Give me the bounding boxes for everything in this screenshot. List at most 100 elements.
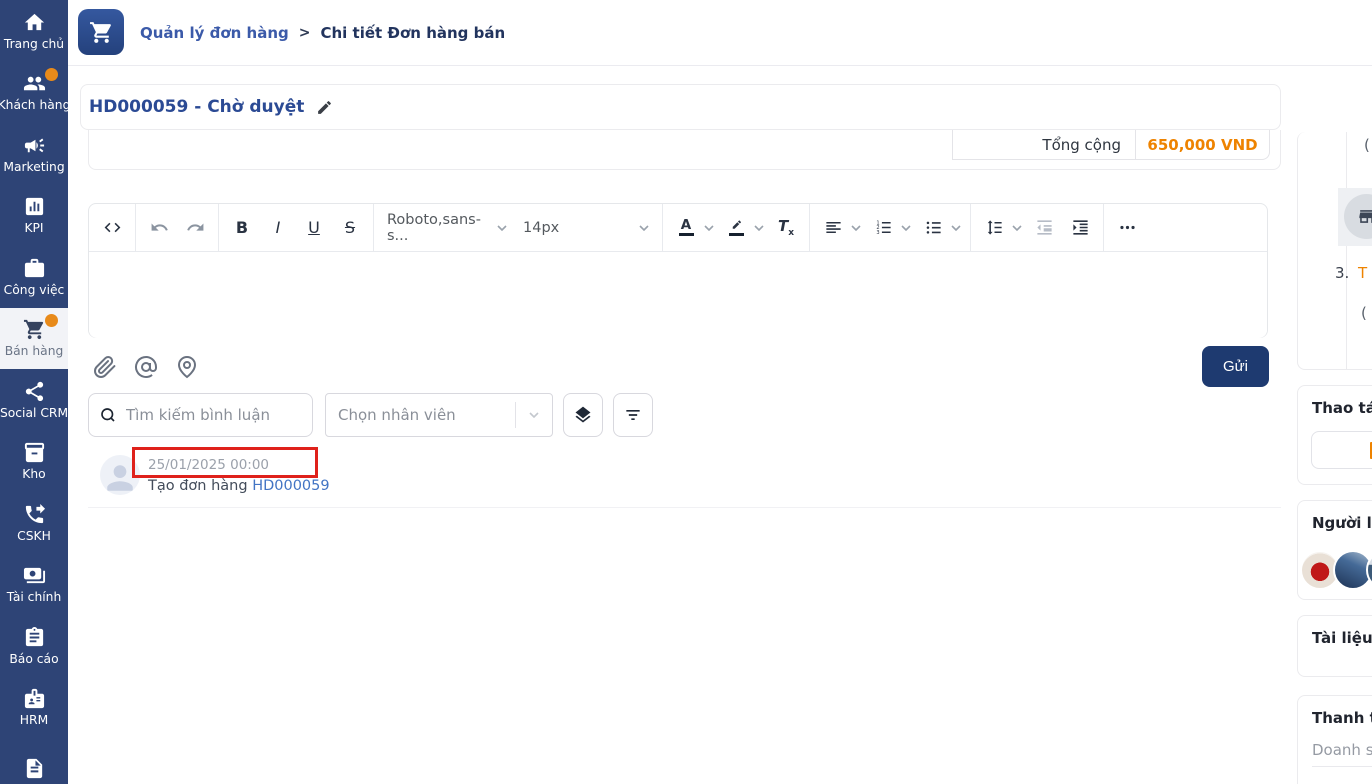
sidebar-item-kho[interactable]: Kho (0, 431, 68, 493)
order-link[interactable]: HD000059 (252, 478, 329, 494)
documents-title: Tài liệu liên (1298, 616, 1372, 647)
total-value: 650,000 VND (1135, 130, 1270, 160)
strikethrough-button[interactable]: S (332, 210, 368, 246)
more-options-button[interactable] (1109, 210, 1145, 246)
cart-icon (23, 318, 46, 341)
toolbar-group-history (136, 204, 219, 251)
order-summary-card: Tổng cộng 650,000 VND (88, 130, 1281, 170)
chevron-down-icon (754, 225, 764, 231)
toolbar-group-color: A Tx (663, 204, 810, 251)
send-button[interactable]: Gửi (1202, 346, 1269, 387)
kpi-icon (23, 195, 46, 218)
attach-file-button[interactable] (93, 355, 117, 379)
location-button[interactable] (175, 355, 199, 379)
editor-content-area[interactable] (89, 252, 1267, 338)
font-family-select[interactable]: Roboto,sans-s... (379, 210, 515, 246)
undo-button[interactable] (141, 210, 177, 246)
clear-format-icon: Tx (778, 217, 794, 238)
document-icon (23, 757, 46, 780)
employee-select[interactable]: Chọn nhân viên (325, 393, 553, 437)
sidebar-item-tai-chinh[interactable]: Tài chính (0, 554, 68, 616)
sidebar-item-marketing[interactable]: Marketing (0, 123, 68, 185)
total-label: Tổng cộng (952, 130, 1135, 160)
breadcrumb-order-detail: Chi tiết Đơn hàng bán (321, 24, 506, 42)
filter-comments-button[interactable] (613, 393, 653, 437)
editor-attach-row (93, 355, 199, 379)
clear-formatting-button[interactable]: Tx (768, 210, 804, 246)
hrm-icon (23, 687, 46, 710)
bullet-list-button[interactable] (915, 210, 965, 246)
sidebar-item-ban-hang[interactable]: Bán hàng (0, 308, 68, 370)
highlighter-icon (728, 219, 744, 232)
comment-search-input[interactable] (126, 406, 302, 424)
paperclip-icon (93, 355, 117, 379)
sidebar-item-bao-cao[interactable]: Báo cáo (0, 615, 68, 677)
customers-icon (23, 72, 46, 95)
breadcrumb: Quản lý đơn hàng > Chi tiết Đơn hàng bán (140, 0, 505, 66)
sidebar-item-label: KPI (24, 221, 43, 235)
sidebar-item-hrm[interactable]: HRM (0, 677, 68, 739)
product-placeholder (1344, 194, 1372, 239)
undo-icon (150, 218, 169, 237)
ordered-list-button[interactable]: 123 (865, 210, 915, 246)
sidebar-item-khach-hang[interactable]: Khách hàng (0, 62, 68, 124)
code-icon (103, 218, 122, 237)
underline-button[interactable]: U (296, 210, 332, 246)
sidebar-item-label: Kho (22, 467, 45, 481)
sidebar-item-kpi[interactable]: KPI (0, 185, 68, 247)
sidebar-item-cskh[interactable]: CSKH (0, 492, 68, 554)
ordered-list-icon: 123 (874, 218, 893, 237)
redo-button[interactable] (177, 210, 213, 246)
sidebar-nav: Trang chủ Khách hàng Marketing KPI Công việc… (0, 0, 68, 784)
sidebar-item-label: Tài chính (7, 590, 62, 604)
share-icon (23, 380, 46, 403)
employee-select-placeholder: Chọn nhân viên (326, 406, 515, 424)
code-view-button[interactable] (94, 210, 130, 246)
sidebar-item-tai-lieu[interactable] (0, 738, 68, 784)
action-button[interactable] (1311, 431, 1372, 469)
product-name-partial[interactable]: T (1358, 264, 1367, 282)
sidebar-item-label: HRM (20, 713, 48, 727)
sidebar-item-cong-viec[interactable]: Công việc (0, 246, 68, 308)
italic-button[interactable]: I (260, 210, 296, 246)
toolbar-group-more (1104, 204, 1150, 251)
toolbar-group-indent (971, 204, 1104, 251)
indent-icon (1071, 218, 1090, 237)
sidebar-item-label: Khách hàng (0, 98, 70, 112)
font-size-select[interactable]: 14px (515, 210, 657, 246)
breadcrumb-orders[interactable]: Quản lý đơn hàng (140, 24, 289, 42)
indent-button[interactable] (1062, 210, 1098, 246)
align-button[interactable] (815, 210, 865, 246)
contact-avatars (1300, 550, 1372, 590)
bold-button[interactable]: B (224, 210, 260, 246)
mention-button[interactable] (134, 355, 158, 379)
sidebar-item-social-crm[interactable]: Social CRM (0, 369, 68, 431)
sidebar-item-trang-chu[interactable]: Trang chủ (0, 0, 68, 62)
chevron-down-icon (497, 225, 507, 231)
text-color-button[interactable]: A (668, 210, 718, 246)
megaphone-icon (23, 134, 46, 157)
outdent-icon (1035, 218, 1054, 237)
partial-text-mid: ( (1361, 304, 1367, 322)
order-detail-page: Trang chủ Khách hàng Marketing KPI Công việc… (0, 0, 1372, 784)
font-family-value: Roboto,sans-s... (387, 212, 497, 244)
editor-toolbar: B I U S Roboto,sans-s... 14px A (89, 204, 1267, 252)
notification-dot (45, 314, 58, 327)
contacts-card: Người liên (1297, 500, 1372, 600)
edit-title-button[interactable] (316, 99, 333, 116)
comment-search-box (88, 393, 313, 437)
toolbar-group-font: Roboto,sans-s... 14px (374, 204, 663, 251)
chevron-down-icon (639, 225, 649, 231)
group-comments-button[interactable] (563, 393, 603, 437)
pencil-icon (316, 99, 333, 116)
line-height-button[interactable] (976, 210, 1026, 246)
phone-icon (23, 503, 46, 526)
sidebar-item-label: Marketing (3, 160, 64, 174)
outdent-button[interactable] (1026, 210, 1062, 246)
orders-module-button[interactable] (78, 9, 124, 55)
comment-editor: B I U S Roboto,sans-s... 14px A (88, 203, 1268, 338)
svg-text:3: 3 (876, 230, 879, 236)
product-list-card: ( 3. T ( (1297, 132, 1372, 370)
layers-icon (573, 405, 593, 425)
highlight-color-button[interactable] (718, 210, 768, 246)
